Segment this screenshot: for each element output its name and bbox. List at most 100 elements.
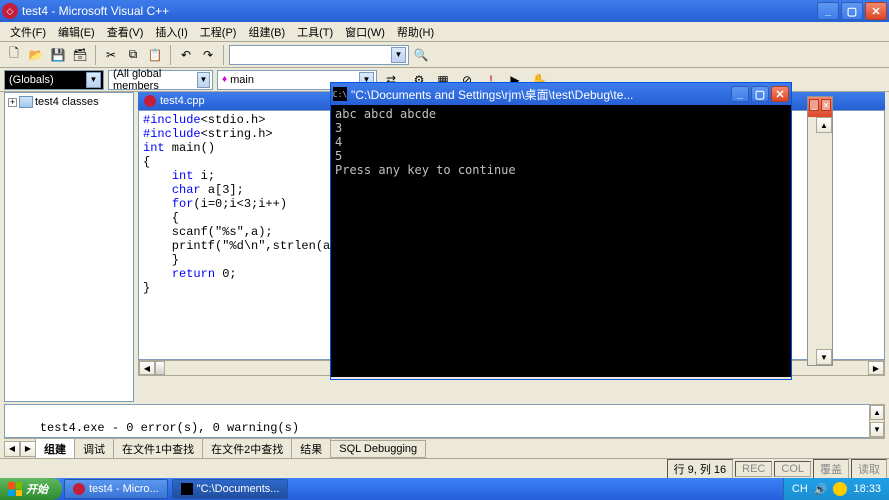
task-label: "C:\Documents... (197, 483, 280, 495)
scroll-down-icon[interactable]: ▼ (816, 349, 832, 365)
build-output[interactable]: test4.exe - 0 error(s), 0 warning(s) (4, 404, 885, 438)
console-titlebar[interactable]: C:\ "C:\Documents and Settings\rjm\桌面\te… (331, 83, 791, 105)
console-task-icon (181, 483, 193, 495)
function-icon: ♦ (222, 74, 227, 85)
start-label: 开始 (26, 481, 48, 497)
status-col: COL (774, 461, 811, 477)
tab-debug[interactable]: 调试 (74, 438, 114, 460)
scope-value: (Globals) (9, 74, 54, 86)
console-output[interactable]: abc abcd abcde 3 4 5 Press any key to co… (331, 105, 791, 377)
separator (170, 45, 171, 65)
scope-combo[interactable]: (Globals) ▼ (4, 70, 104, 90)
taskbar-item-console[interactable]: "C:\Documents... (172, 479, 289, 499)
standard-toolbar: 🗋 📂 💾 🗃 ✂ ⧉ 📋 ↶ ↷ ▼ 🔍 (0, 42, 889, 68)
function-value: main (230, 74, 254, 86)
windows-logo-icon (8, 482, 22, 496)
status-rec: REC (735, 461, 772, 477)
minimize-button[interactable]: _ (817, 2, 839, 20)
console-maximize-button[interactable]: ▢ (751, 86, 769, 102)
build-result-text: test4.exe - 0 error(s), 0 warning(s) (40, 421, 299, 435)
separator (223, 45, 224, 65)
chevron-down-icon[interactable]: ▼ (197, 72, 210, 88)
status-read: 读取 (851, 459, 887, 479)
clock[interactable]: 18:33 (853, 483, 881, 495)
windows-taskbar: 开始 test4 - Micro... "C:\Documents... CH … (0, 478, 889, 500)
workspace-tree[interactable]: + test4 classes (4, 92, 134, 402)
tab-scroll-right-icon[interactable]: ▶ (20, 441, 36, 457)
save-icon[interactable]: 💾 (48, 45, 68, 65)
copy-icon[interactable]: ⧉ (123, 45, 143, 65)
tree-root-node[interactable]: + test4 classes (7, 95, 131, 109)
vc-icon (73, 483, 85, 495)
members-combo[interactable]: (All global members ▼ (108, 70, 213, 90)
tab-find1[interactable]: 在文件1中查找 (113, 438, 203, 460)
cursor-position: 行 9, 列 16 (667, 459, 734, 479)
tab-build[interactable]: 组建 (35, 438, 75, 460)
console-close-button[interactable]: ✕ (771, 86, 789, 102)
menu-view[interactable]: 查看(V) (101, 22, 150, 42)
console-title: "C:\Documents and Settings\rjm\桌面\test\D… (351, 86, 731, 103)
menu-help[interactable]: 帮助(H) (391, 22, 440, 42)
task-label: test4 - Micro... (89, 483, 159, 495)
scroll-right-icon[interactable]: ▶ (868, 361, 884, 375)
paste-icon[interactable]: 📋 (145, 45, 165, 65)
chevron-down-icon[interactable]: ▼ (391, 47, 406, 63)
scroll-up-icon[interactable]: ▲ (816, 117, 832, 133)
tab-sqldebug[interactable]: SQL Debugging (330, 440, 426, 458)
classes-icon (19, 96, 33, 108)
tab-scroll-left-icon[interactable]: ◀ (4, 441, 20, 457)
mdi-min-button[interactable]: _ (809, 99, 819, 111)
scroll-thumb[interactable] (155, 361, 165, 375)
scroll-up-icon[interactable]: ▲ (870, 405, 884, 420)
output-pane: test4.exe - 0 error(s), 0 warning(s) ▲ ▼… (4, 404, 885, 458)
find-combo[interactable]: ▼ (229, 45, 409, 65)
app-icon: ◇ (2, 3, 18, 19)
mdi-close-button[interactable]: ✕ (821, 99, 831, 111)
separator (95, 45, 96, 65)
redo-icon[interactable]: ↷ (198, 45, 218, 65)
output-vscrollbar[interactable]: ▲ ▼ (869, 404, 885, 438)
status-bar: 行 9, 列 16 REC COL 覆盖 读取 (0, 458, 889, 478)
system-tray[interactable]: CH 🔊 18:33 (783, 478, 889, 500)
maximize-button[interactable]: ▢ (841, 2, 863, 20)
taskbar-item-vc[interactable]: test4 - Micro... (64, 479, 168, 499)
menubar: 文件(F) 编辑(E) 查看(V) 插入(I) 工程(P) 组建(B) 工具(T… (0, 22, 889, 42)
tray-shield-icon[interactable] (833, 482, 847, 496)
menu-insert[interactable]: 插入(I) (149, 22, 193, 42)
status-ovr: 覆盖 (813, 459, 849, 479)
mdi-child-window: _ ✕ ▲ ▼ (807, 96, 833, 366)
close-button[interactable]: ✕ (865, 2, 887, 20)
tab-find2[interactable]: 在文件2中查找 (202, 438, 292, 460)
open-file-icon[interactable]: 📂 (26, 45, 46, 65)
new-file-icon[interactable]: 🗋 (4, 45, 24, 65)
console-minimize-button[interactable]: _ (731, 86, 749, 102)
output-tabs: ◀ ▶ 组建 调试 在文件1中查找 在文件2中查找 结果 SQL Debuggi… (4, 438, 885, 458)
members-value: (All global members (113, 68, 197, 92)
console-icon: C:\ (333, 87, 347, 101)
save-all-icon[interactable]: 🗃 (70, 45, 90, 65)
editor-filename: test4.cpp (160, 95, 205, 107)
menu-file[interactable]: 文件(F) (4, 22, 52, 42)
console-window: C:\ "C:\Documents and Settings\rjm\桌面\te… (330, 82, 792, 380)
tab-results[interactable]: 结果 (291, 438, 331, 460)
menu-tools[interactable]: 工具(T) (291, 22, 339, 42)
scroll-down-icon[interactable]: ▼ (870, 422, 884, 437)
menu-build[interactable]: 组建(B) (242, 22, 291, 42)
scroll-left-icon[interactable]: ◀ (139, 361, 155, 375)
ime-indicator[interactable]: CH (792, 483, 808, 495)
menu-project[interactable]: 工程(P) (194, 22, 243, 42)
menu-edit[interactable]: 编辑(E) (52, 22, 101, 42)
find-icon[interactable]: 🔍 (411, 45, 431, 65)
mdi-vscrollbar[interactable]: ▲ ▼ (816, 117, 832, 365)
cpp-file-icon (144, 95, 156, 107)
expand-icon[interactable]: + (8, 98, 17, 107)
tree-root-label: test4 classes (35, 96, 99, 108)
menu-window[interactable]: 窗口(W) (339, 22, 391, 42)
cut-icon[interactable]: ✂ (101, 45, 121, 65)
chevron-down-icon[interactable]: ▼ (86, 72, 101, 88)
undo-icon[interactable]: ↶ (176, 45, 196, 65)
window-title: test4 - Microsoft Visual C++ (22, 4, 817, 18)
tray-volume-icon[interactable]: 🔊 (814, 483, 828, 496)
start-button[interactable]: 开始 (0, 478, 62, 500)
main-titlebar: ◇ test4 - Microsoft Visual C++ _ ▢ ✕ (0, 0, 889, 22)
